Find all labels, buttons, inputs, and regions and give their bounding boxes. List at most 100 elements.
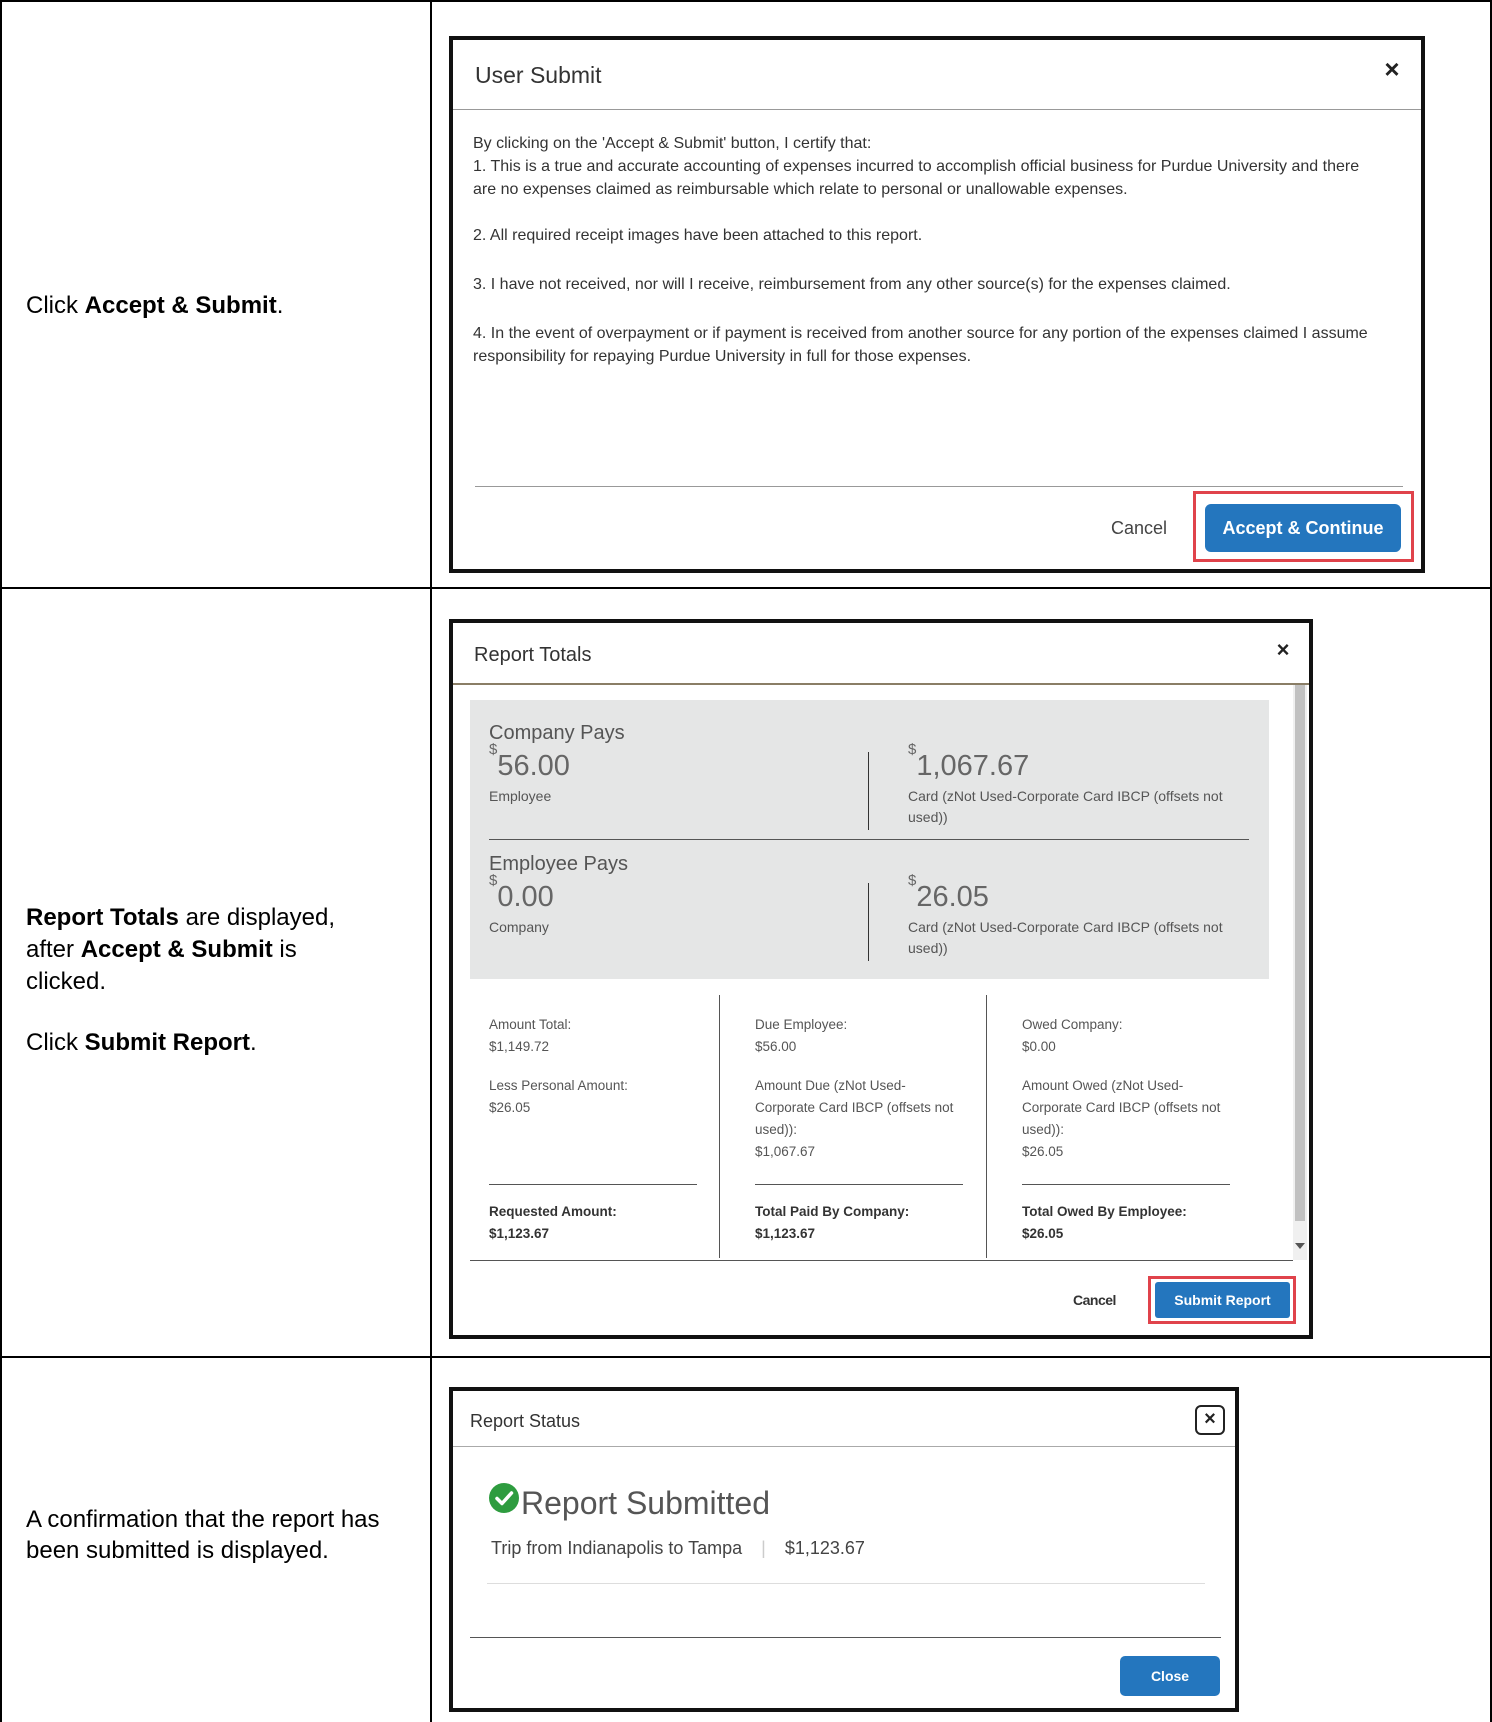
less-personal-label: Less Personal Amount:: [489, 1078, 628, 1093]
owed-company-value: $0.00: [1022, 1039, 1056, 1054]
instruction-text: Click: [26, 292, 85, 319]
report-amount: $1,123.67: [784, 1538, 865, 1558]
instruction-report-totals: Report Totals are displayed, after Accep…: [26, 902, 335, 1059]
scrollbar-thumb[interactable]: [1295, 685, 1305, 1221]
company-pays-card-label: Card (zNot Used-Corporate Card IBCP (off…: [908, 788, 1223, 825]
dialog-footer-divider: [470, 1260, 1293, 1261]
cancel-button[interactable]: Cancel: [1073, 1292, 1116, 1308]
dialog-footer-divider: [475, 486, 1403, 487]
total-owed-employee-label: Total Owed By Employee:: [1022, 1204, 1187, 1219]
summary-separator: |: [761, 1538, 766, 1558]
instruction-text: is: [272, 936, 297, 963]
column-divider: [868, 883, 869, 961]
total-owed-employee-value: $26.05: [1022, 1226, 1064, 1241]
amount-due-card-value: $1,067.67: [755, 1144, 816, 1159]
company-pays-employee-label: Employee: [489, 788, 552, 804]
instruction-text: .: [250, 1029, 257, 1056]
instruction-accept-submit: Click Accept & Submit.: [26, 290, 283, 322]
instruction-bold: Report Totals: [26, 904, 179, 931]
close-icon[interactable]: ×: [1271, 637, 1295, 663]
dialog-header-divider: [453, 109, 1421, 110]
certification-item-2: 2. All required receipt images have been…: [473, 227, 923, 244]
table-column-divider: [430, 0, 432, 1722]
report-name: Trip from Indianapolis to Tampa: [491, 1538, 743, 1558]
amount-owed-card-label: Amount Owed (zNot Used-Corporate Card IB…: [1022, 1078, 1221, 1137]
scroll-down-arrow-icon[interactable]: [1295, 1243, 1305, 1249]
amount-value: 0.00: [497, 881, 554, 913]
instruction-bold: Submit Report: [84, 1029, 250, 1056]
instruction-line: after Accept & Submit is: [26, 934, 335, 966]
instruction-line: Click Submit Report.: [26, 1027, 335, 1059]
cancel-button[interactable]: Cancel: [1111, 518, 1167, 539]
currency-symbol: $: [489, 872, 498, 890]
submit-report-button[interactable]: Submit Report: [1155, 1282, 1290, 1318]
report-status-dialog: Report Status × Report Submitted Trip fr…: [449, 1387, 1239, 1712]
close-icon[interactable]: ×: [1377, 54, 1407, 85]
dialog-header-divider: [453, 683, 1309, 685]
subtotal-divider: [1022, 1184, 1230, 1185]
subtotal-divider: [755, 1184, 963, 1185]
employee-pays-heading: Employee Pays: [489, 853, 628, 875]
instruction-bold: Accept & Submit: [80, 936, 273, 963]
company-pays-card-amount: $1,067.67: [908, 741, 1030, 783]
table-row-divider-1: [0, 587, 1492, 589]
instruction-text: are displayed,: [178, 904, 335, 931]
certification-item-4: 4. In the event of overpayment or if pay…: [473, 325, 1368, 365]
close-icon[interactable]: ×: [1195, 1405, 1225, 1435]
certification-intro: By clicking on the 'Accept & Submit' but…: [473, 135, 872, 152]
instruction-confirmation: A confirmation that the report has been …: [26, 1506, 380, 1564]
requested-amount-label: Requested Amount:: [489, 1204, 617, 1219]
amount-owed-card-value: $26.05: [1022, 1144, 1064, 1159]
due-employee-label: Due Employee:: [755, 1017, 848, 1032]
table-border-top: [0, 0, 1492, 2]
certification-item-3: 3. I have not received, nor will I recei…: [473, 276, 1231, 293]
dialog-footer-divider: [470, 1637, 1221, 1638]
instruction-text: Click: [26, 1029, 85, 1056]
total-paid-company-value: $1,123.67: [755, 1226, 816, 1241]
column-divider: [986, 995, 987, 1258]
certification-item-1: 1. This is a true and accurate accountin…: [473, 158, 1360, 198]
currency-symbol: $: [908, 872, 917, 890]
currency-symbol: $: [908, 741, 917, 759]
employee-pays-company-label: Company: [489, 919, 549, 935]
column-divider: [719, 995, 720, 1258]
table-row-divider-2: [0, 1356, 1492, 1358]
amount-value: 56.00: [497, 750, 570, 782]
total-paid-company-label: Total Paid By Company:: [755, 1204, 910, 1219]
owed-company-label: Owed Company:: [1022, 1017, 1123, 1032]
dialog-title: Report Totals: [474, 644, 592, 666]
subtotal-divider: [489, 1184, 697, 1185]
dialog-header-divider: [453, 1446, 1235, 1447]
amount-total-value: $1,149.72: [489, 1039, 550, 1054]
payment-summary-panel: Company Pays $56.00 Employee $1,067.67 C…: [470, 700, 1269, 979]
report-totals-dialog: Report Totals × Company Pays $56.00 Empl…: [449, 619, 1313, 1339]
company-pays-employee-amount: $56.00: [489, 741, 570, 783]
section-divider: [489, 839, 1249, 840]
instruction-text: .: [276, 292, 284, 319]
employee-pays-card-amount: $26.05: [908, 872, 989, 914]
instruction-text: after: [26, 936, 81, 963]
amount-value: 1,067.67: [916, 750, 1030, 782]
employee-pays-company-amount: $0.00: [489, 872, 554, 914]
report-submitted-heading: Report Submitted: [521, 1485, 771, 1521]
dialog-title: Report Status: [470, 1411, 581, 1431]
user-submit-dialog: User Submit × By clicking on the 'Accept…: [449, 36, 1425, 573]
amount-value: 26.05: [916, 881, 989, 913]
instruction-bold: Accept & Submit: [84, 292, 277, 319]
dialog-title: User Submit: [475, 62, 602, 88]
instruction-line: Report Totals are displayed,: [26, 902, 335, 934]
amount-due-card-label: Amount Due (zNot Used-Corporate Card IBC…: [755, 1078, 954, 1137]
less-personal-value: $26.05: [489, 1100, 531, 1115]
requested-amount-value: $1,123.67: [489, 1226, 550, 1241]
instruction-line: clicked.: [26, 968, 107, 995]
close-button[interactable]: Close: [1120, 1656, 1220, 1696]
amount-total-label: Amount Total:: [489, 1017, 572, 1032]
close-symbol: ×: [1204, 1408, 1216, 1430]
table-border-left: [0, 0, 2, 1722]
check-circle-icon: [489, 1483, 519, 1513]
due-employee-value: $56.00: [755, 1039, 797, 1054]
report-summary: Trip from Indianapolis to Tampa | $1,123…: [491, 1538, 865, 1559]
company-pays-heading: Company Pays: [489, 722, 625, 744]
summary-divider: [487, 1583, 1205, 1584]
accept-continue-button[interactable]: Accept & Continue: [1205, 504, 1401, 552]
